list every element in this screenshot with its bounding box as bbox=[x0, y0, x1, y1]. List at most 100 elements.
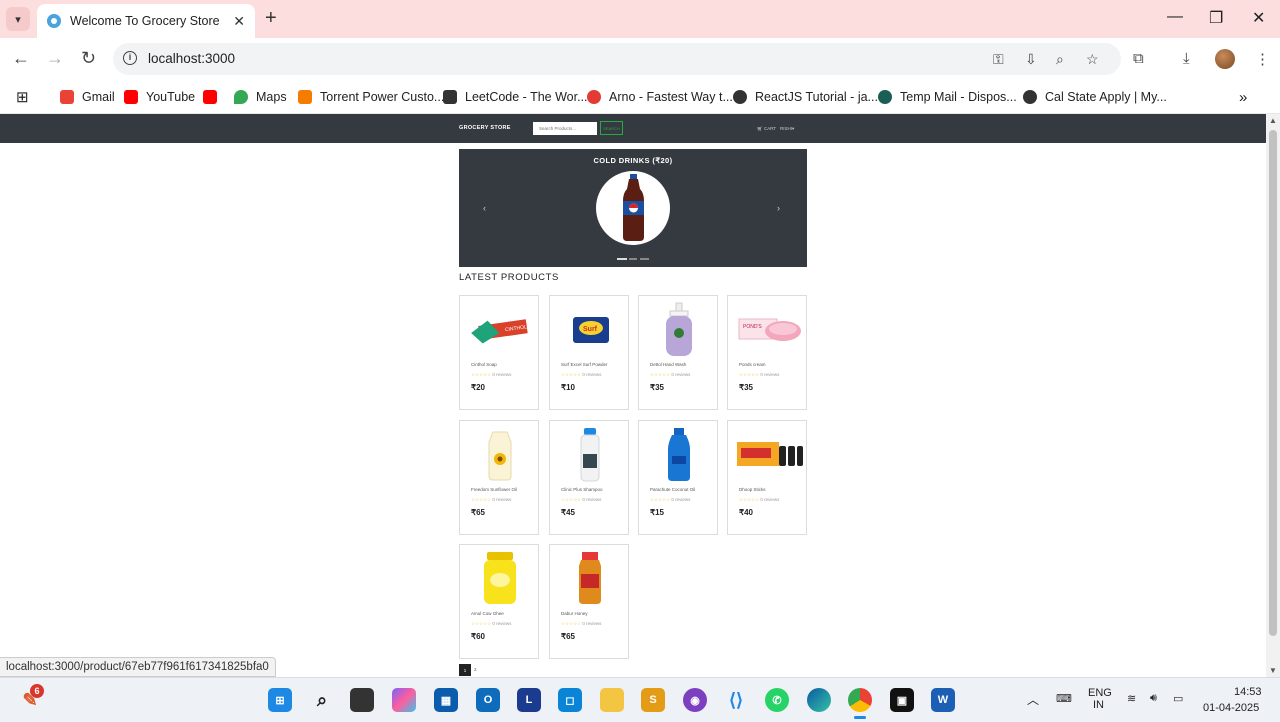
bookmark-cal-state-apply[interactable]: Cal State Apply | My... bbox=[1023, 87, 1167, 107]
install-app-icon[interactable]: ⇩ bbox=[1025, 51, 1037, 68]
carousel-product-image[interactable] bbox=[596, 171, 670, 245]
word-icon[interactable]: W bbox=[931, 688, 955, 712]
product-card[interactable]: Surf Surf Excel Surf Powder ☆☆☆☆☆ 0 revi… bbox=[549, 295, 629, 410]
product-name[interactable]: Parachute Coconut Oil bbox=[650, 487, 695, 492]
pagination-page-1[interactable]: 1 bbox=[459, 664, 471, 676]
copilot-icon[interactable] bbox=[392, 688, 416, 712]
window-close-icon[interactable]: ✕ bbox=[1252, 8, 1265, 28]
chrome-icon[interactable] bbox=[848, 688, 872, 712]
tab-active[interactable]: Welcome To Grocery Store ✕ bbox=[37, 4, 255, 38]
language-indicator[interactable]: ENG IN bbox=[1088, 687, 1112, 711]
task-view-icon[interactable] bbox=[350, 688, 374, 712]
carousel-next-icon[interactable]: › bbox=[777, 203, 780, 213]
downloads-icon[interactable]: ⤓ bbox=[1183, 50, 1190, 67]
carousel-indicator-1[interactable] bbox=[617, 258, 627, 260]
new-tab-button[interactable]: + bbox=[265, 8, 277, 28]
bookmark-gmail[interactable]: Gmail bbox=[60, 87, 115, 107]
reload-icon[interactable]: ↻ bbox=[81, 49, 96, 67]
clock-time[interactable]: 14:53 bbox=[1234, 686, 1262, 698]
product-name[interactable]: Amul Cow Ghee bbox=[471, 611, 504, 616]
bookmark-temp-mail[interactable]: Temp Mail - Dispos... bbox=[878, 87, 1017, 107]
product-name[interactable]: Ponds cream bbox=[739, 362, 766, 367]
product-card[interactable]: Amul Cow Ghee ☆☆☆☆☆ 0 reviews ₹60 bbox=[459, 544, 539, 659]
product-card[interactable]: Clinic Plus Shampoo ☆☆☆☆☆ 0 reviews ₹45 bbox=[549, 420, 629, 535]
wifi-icon[interactable]: ≋ bbox=[1127, 692, 1136, 705]
bookmark-youtube[interactable]: YouTube bbox=[124, 87, 195, 107]
product-image[interactable]: CINTHOL bbox=[465, 301, 535, 359]
product-name[interactable]: Cinthol Soap bbox=[471, 362, 497, 367]
pagination-page-2[interactable]: 2 bbox=[474, 667, 477, 672]
forward-icon[interactable]: → bbox=[46, 49, 64, 67]
scrollbar-thumb[interactable] bbox=[1269, 130, 1277, 636]
product-image[interactable] bbox=[733, 426, 803, 484]
product-image[interactable] bbox=[644, 301, 714, 359]
edge-icon[interactable] bbox=[807, 688, 831, 712]
address-bar[interactable]: i localhost:3000 ⚿ ⇩ ⌕ ☆ bbox=[113, 43, 1121, 75]
password-key-icon[interactable]: ⚿ bbox=[993, 51, 1004, 68]
whatsapp-icon[interactable]: ✆ bbox=[765, 688, 789, 712]
product-card[interactable]: Dabur Honey ☆☆☆☆☆ 0 reviews ₹65 bbox=[549, 544, 629, 659]
product-name[interactable]: Dabur Honey bbox=[561, 611, 588, 616]
product-name[interactable]: Clinic Plus Shampoo bbox=[561, 487, 603, 492]
search-input[interactable] bbox=[533, 122, 597, 135]
product-name[interactable]: Freedom Sunflower Oil bbox=[471, 487, 517, 492]
sublime-text-icon[interactable]: S bbox=[641, 688, 665, 712]
scroll-down-icon[interactable]: ▼ bbox=[1269, 666, 1277, 675]
user-menu[interactable]: RISHI▾ bbox=[780, 126, 794, 132]
product-carousel[interactable]: COLD DRINKS (₹20) ‹ › bbox=[459, 149, 807, 267]
more-bookmarks-icon[interactable]: » bbox=[1239, 87, 1247, 107]
github-desktop-icon[interactable]: ◉ bbox=[683, 688, 707, 712]
carousel-indicator-2[interactable] bbox=[629, 258, 637, 260]
product-name[interactable]: Dhoop Sticks bbox=[739, 487, 766, 492]
product-name[interactable]: Surf Excel Surf Powder bbox=[561, 362, 608, 367]
tray-chevron-icon[interactable]: ︿ bbox=[1027, 691, 1039, 708]
scroll-up-icon[interactable]: ▲ bbox=[1269, 116, 1277, 125]
tab-close-icon[interactable]: ✕ bbox=[233, 13, 245, 30]
carousel-indicator-3[interactable] bbox=[640, 258, 649, 260]
product-card[interactable]: CINTHOL Cinthol Soap ☆☆☆☆☆ 0 reviews ₹20 bbox=[459, 295, 539, 410]
site-info-icon[interactable]: i bbox=[123, 51, 137, 65]
page-scrollbar[interactable]: ▲ ▼ bbox=[1266, 114, 1280, 677]
product-name[interactable]: Dettol Hand Wash bbox=[650, 362, 686, 367]
bookmark-arno[interactable]: Arno - Fastest Way t... bbox=[587, 87, 733, 107]
site-brand[interactable]: GROCERY STORE bbox=[459, 125, 511, 131]
apps-grid-icon[interactable]: ⊞ bbox=[16, 87, 29, 107]
product-card[interactable]: Dhoop Sticks ☆☆☆☆☆ 0 reviews ₹40 bbox=[727, 420, 807, 535]
product-image[interactable] bbox=[555, 426, 625, 484]
product-image[interactable] bbox=[555, 550, 625, 608]
profile-avatar-icon[interactable] bbox=[1215, 49, 1235, 69]
start-menu-icon[interactable]: ⊞ bbox=[268, 688, 292, 712]
bookmark-torrent-power[interactable]: Torrent Power Custo... bbox=[298, 87, 444, 107]
bookmark-youtube-2[interactable] bbox=[203, 87, 225, 107]
bookmark-star-icon[interactable]: ☆ bbox=[1086, 51, 1099, 68]
bookmark-leetcode[interactable]: LeetCode - The Wor... bbox=[443, 87, 588, 107]
taskbar-search-icon[interactable]: ⌕ bbox=[310, 688, 334, 712]
microsoft-store-icon[interactable]: ▦ bbox=[434, 688, 458, 712]
terminal-icon[interactable]: ▣ bbox=[890, 688, 914, 712]
address-url[interactable]: localhost:3000 bbox=[148, 51, 235, 66]
bookmark-maps[interactable]: Maps bbox=[234, 87, 287, 107]
product-card[interactable]: POND'S Ponds cream ☆☆☆☆☆ 0 reviews ₹35 bbox=[727, 295, 807, 410]
keyboard-icon[interactable]: ⌨ bbox=[1056, 692, 1072, 705]
product-card[interactable]: Freedom Sunflower Oil ☆☆☆☆☆ 0 reviews ₹6… bbox=[459, 420, 539, 535]
app-icon[interactable]: ◻ bbox=[558, 688, 582, 712]
cart-link[interactable]: 🛒︎ CART bbox=[757, 126, 776, 132]
bookmark-reactjs-tutorial[interactable]: ReactJS Tutorial - ja... bbox=[733, 87, 878, 107]
vscode-icon[interactable]: ⟨⟩ bbox=[724, 688, 748, 712]
tab-search-chevron-icon[interactable]: ▾ bbox=[6, 7, 30, 31]
restore-icon[interactable]: ❐ bbox=[1209, 8, 1223, 28]
product-image[interactable] bbox=[465, 550, 535, 608]
product-image[interactable]: Surf bbox=[555, 301, 625, 359]
lenovo-app-icon[interactable]: L bbox=[517, 688, 541, 712]
extensions-icon[interactable]: ⧉ bbox=[1133, 50, 1144, 67]
minimize-icon[interactable]: — bbox=[1167, 8, 1183, 26]
product-image[interactable] bbox=[465, 426, 535, 484]
clock-date[interactable]: 01-04-2025 bbox=[1203, 702, 1259, 714]
carousel-prev-icon[interactable]: ‹ bbox=[483, 203, 486, 213]
product-image[interactable] bbox=[644, 426, 714, 484]
product-image[interactable]: POND'S bbox=[733, 301, 803, 359]
outlook-icon[interactable]: O bbox=[476, 688, 500, 712]
battery-icon[interactable]: ▭ bbox=[1173, 692, 1183, 705]
file-explorer-icon[interactable] bbox=[600, 688, 624, 712]
zoom-icon[interactable]: ⌕ bbox=[1056, 51, 1064, 68]
